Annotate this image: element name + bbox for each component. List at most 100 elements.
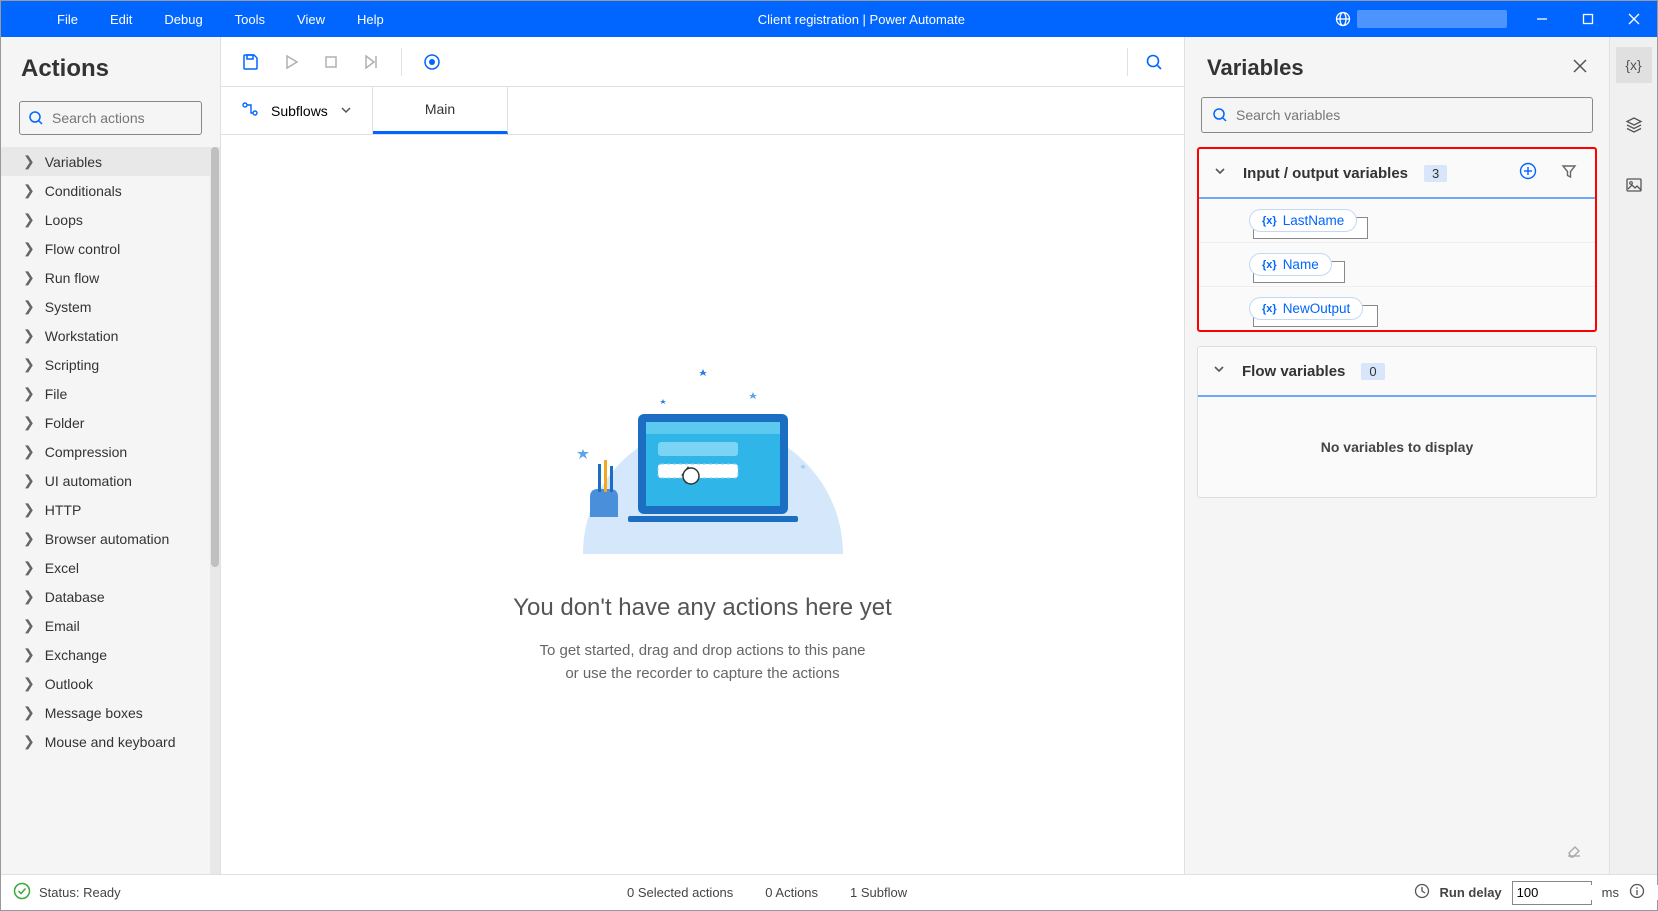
variables-title: Variables bbox=[1207, 55, 1304, 81]
info-icon[interactable] bbox=[1629, 883, 1645, 902]
variable-row[interactable]: {x}Name bbox=[1199, 243, 1595, 287]
chevron-right-icon: ❯ bbox=[23, 269, 35, 286]
variable-tag-newoutput[interactable]: {x}NewOutput bbox=[1249, 297, 1363, 320]
chevron-right-icon: ❯ bbox=[23, 530, 35, 547]
chevron-right-icon: ❯ bbox=[23, 559, 35, 576]
tree-label: Loops bbox=[45, 212, 83, 228]
variable-row[interactable]: {x}NewOutput bbox=[1199, 287, 1595, 330]
empty-sub-line2: or use the recorder to capture the actio… bbox=[539, 663, 865, 686]
search-icon bbox=[28, 110, 44, 126]
chevron-right-icon: ❯ bbox=[23, 501, 35, 518]
chevron-right-icon: ❯ bbox=[23, 240, 35, 257]
menu-view[interactable]: View bbox=[281, 4, 341, 35]
tab-main[interactable]: Main bbox=[373, 87, 508, 134]
run-delay-label: Run delay bbox=[1440, 885, 1502, 900]
maximize-button[interactable] bbox=[1565, 1, 1611, 37]
tree-label: Mouse and keyboard bbox=[45, 734, 176, 750]
close-variables-button[interactable] bbox=[1573, 59, 1587, 78]
variables-header: Variables bbox=[1197, 47, 1597, 93]
images-sidebar-button[interactable] bbox=[1616, 167, 1652, 203]
status-center: 0 Selected actions 0 Actions 1 Subflow bbox=[121, 885, 1414, 900]
variable-row[interactable]: {x}LastName bbox=[1199, 199, 1595, 243]
canvas-content[interactable]: You don't have any actions here yet To g… bbox=[221, 135, 1184, 874]
close-button[interactable] bbox=[1611, 1, 1657, 37]
tree-item-ui-automation[interactable]: ❯UI automation bbox=[1, 466, 210, 495]
add-variable-button[interactable] bbox=[1515, 158, 1541, 189]
variable-tag-name[interactable]: {x}Name bbox=[1249, 253, 1332, 276]
clock-icon bbox=[1414, 883, 1430, 902]
flow-count-badge: 0 bbox=[1361, 363, 1384, 380]
run-button[interactable] bbox=[273, 44, 309, 80]
run-delay-input[interactable]: ▲▼ bbox=[1512, 881, 1592, 905]
flow-section-title: Flow variables bbox=[1242, 363, 1345, 380]
tree-label: Flow control bbox=[45, 241, 120, 257]
environment-badge[interactable] bbox=[1323, 1, 1519, 37]
subflows-icon bbox=[241, 100, 259, 121]
menu-debug[interactable]: Debug bbox=[148, 4, 218, 35]
step-button[interactable] bbox=[353, 44, 389, 80]
tree-item-excel[interactable]: ❯Excel bbox=[1, 553, 210, 582]
tree-item-mouse-keyboard[interactable]: ❯Mouse and keyboard bbox=[1, 727, 210, 756]
tree-item-variables[interactable]: ❯Variables bbox=[1, 147, 210, 176]
tree-item-conditionals[interactable]: ❯Conditionals bbox=[1, 176, 210, 205]
menu-file[interactable]: File bbox=[41, 4, 94, 35]
flow-variables-header[interactable]: Flow variables 0 bbox=[1198, 347, 1596, 397]
tree-item-run-flow[interactable]: ❯Run flow bbox=[1, 263, 210, 292]
tree-label: Folder bbox=[45, 415, 85, 431]
variables-search-input[interactable] bbox=[1236, 107, 1582, 123]
menu-tools[interactable]: Tools bbox=[219, 4, 281, 35]
tree-item-workstation[interactable]: ❯Workstation bbox=[1, 321, 210, 350]
tree-label: Email bbox=[45, 618, 80, 634]
subflows-dropdown[interactable]: Subflows bbox=[221, 87, 373, 134]
flow-variables-section: Flow variables 0 No variables to display bbox=[1197, 346, 1597, 498]
chevron-right-icon: ❯ bbox=[23, 327, 35, 344]
tree-item-flow-control[interactable]: ❯ Flow control bbox=[1, 234, 210, 263]
actions-search-input[interactable] bbox=[52, 110, 233, 126]
menu-help[interactable]: Help bbox=[341, 4, 400, 35]
tree-item-browser-automation[interactable]: ❯Browser automation bbox=[1, 524, 210, 553]
status-right: Run delay ▲▼ ms bbox=[1414, 881, 1645, 905]
tree-item-system[interactable]: ❯System bbox=[1, 292, 210, 321]
tree-item-loops[interactable]: ❯Loops bbox=[1, 205, 210, 234]
tree-label: Message boxes bbox=[45, 705, 143, 721]
status-bar: Status: Ready 0 Selected actions 0 Actio… bbox=[1, 874, 1657, 910]
filter-button[interactable] bbox=[1557, 159, 1581, 188]
tree-item-folder[interactable]: ❯Folder bbox=[1, 408, 210, 437]
tree-item-compression[interactable]: ❯Compression bbox=[1, 437, 210, 466]
chevron-right-icon: ❯ bbox=[23, 385, 35, 402]
actions-count: 0 Actions bbox=[765, 885, 818, 900]
chevron-down-icon bbox=[340, 103, 352, 119]
chevron-right-icon: ❯ bbox=[23, 472, 35, 489]
tree-item-database[interactable]: ❯Database bbox=[1, 582, 210, 611]
variables-search[interactable] bbox=[1201, 97, 1593, 133]
canvas-toolbar bbox=[221, 37, 1184, 87]
actions-scrollbar[interactable] bbox=[210, 147, 220, 874]
variables-sidebar-button[interactable]: {x} bbox=[1616, 47, 1652, 83]
tree-item-http[interactable]: ❯HTTP bbox=[1, 495, 210, 524]
scrollbar-thumb[interactable] bbox=[211, 147, 219, 567]
actions-tree[interactable]: ❯Variables ❯Conditionals ❯Loops ❯Flow co… bbox=[1, 147, 210, 874]
tree-item-exchange[interactable]: ❯Exchange bbox=[1, 640, 210, 669]
tree-label: System bbox=[45, 299, 92, 315]
tree-item-scripting[interactable]: ❯Scripting bbox=[1, 350, 210, 379]
window-title: Client registration | Power Automate bbox=[400, 12, 1323, 27]
actions-search[interactable] bbox=[19, 101, 202, 135]
tree-item-message-boxes[interactable]: ❯Message boxes bbox=[1, 698, 210, 727]
tree-item-email[interactable]: ❯Email bbox=[1, 611, 210, 640]
menu-edit[interactable]: Edit bbox=[94, 4, 148, 35]
variable-tag-lastname[interactable]: {x}LastName bbox=[1249, 209, 1357, 232]
io-variables-header[interactable]: Input / output variables 3 bbox=[1199, 149, 1595, 199]
recorder-button[interactable] bbox=[414, 44, 450, 80]
save-button[interactable] bbox=[233, 44, 269, 80]
variable-tag-wrap: {x}LastName bbox=[1249, 209, 1357, 232]
clear-button[interactable] bbox=[1197, 833, 1597, 864]
variables-panel: Variables Input / output variables 3 {x}… bbox=[1184, 37, 1609, 874]
canvas-area: Subflows Main bbox=[221, 37, 1184, 874]
minimize-button[interactable] bbox=[1519, 1, 1565, 37]
io-count-badge: 3 bbox=[1424, 165, 1447, 182]
tree-item-file[interactable]: ❯File bbox=[1, 379, 210, 408]
layers-sidebar-button[interactable] bbox=[1616, 107, 1652, 143]
tree-item-outlook[interactable]: ❯Outlook bbox=[1, 669, 210, 698]
stop-button[interactable] bbox=[313, 44, 349, 80]
canvas-search-button[interactable] bbox=[1136, 44, 1172, 80]
